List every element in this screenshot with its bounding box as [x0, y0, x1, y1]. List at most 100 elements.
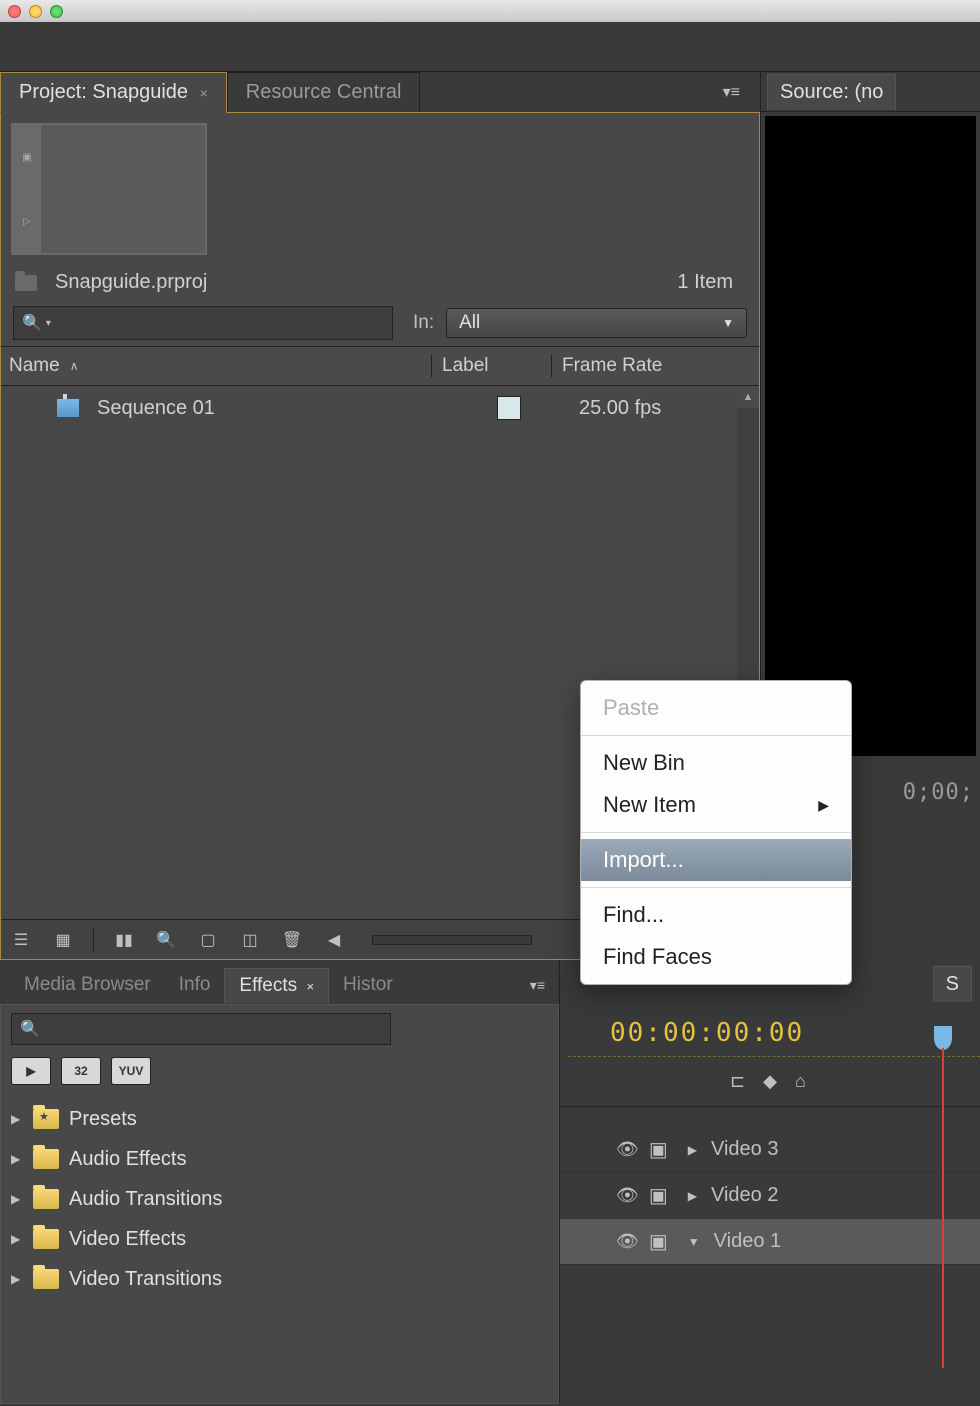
- expand-icon[interactable]: ▶: [11, 1272, 23, 1286]
- close-icon[interactable]: ×: [200, 85, 208, 101]
- timeline-panel: S 00:00:00:00 ⊏ ◆ ⌂ 👁 ▣ ▶ Video 3 👁 ▣ ▶ …: [560, 960, 980, 1404]
- track-output-icon[interactable]: ▣: [649, 1137, 668, 1162]
- list-item[interactable]: Sequence 01 25.00 fps: [1, 386, 759, 430]
- project-panel-tabs: Project: Snapguide × Resource Central ▾≡: [0, 72, 760, 112]
- new-bin-icon[interactable]: ▢: [196, 930, 220, 950]
- submenu-arrow-icon: ▶: [818, 797, 829, 814]
- menu-import[interactable]: Import...: [581, 839, 851, 881]
- menu-find-faces[interactable]: Find Faces: [581, 936, 851, 978]
- menu-new-item[interactable]: New Item ▶: [581, 784, 851, 826]
- tree-label: Video Effects: [69, 1228, 186, 1251]
- window-zoom-button[interactable]: [50, 5, 63, 18]
- tree-item-audio-effects[interactable]: ▶ Audio Effects: [11, 1139, 548, 1179]
- column-headers: Name ∧ Label Frame Rate: [1, 346, 759, 386]
- expand-icon[interactable]: ▶: [11, 1192, 23, 1206]
- play-icon[interactable]: ▷: [23, 216, 31, 227]
- project-filename: Snapguide.prproj: [55, 271, 207, 294]
- track-label: Video 3: [711, 1138, 778, 1161]
- in-filter-value: All: [459, 312, 480, 334]
- panel-menu-icon[interactable]: ▾≡: [723, 82, 740, 102]
- track-output-icon[interactable]: ▣: [649, 1183, 668, 1208]
- collapse-icon[interactable]: ▶: [688, 1189, 697, 1203]
- track-headers: 👁 ▣ ▶ Video 3 👁 ▣ ▶ Video 2 👁 ▣ ▼ Video …: [560, 1107, 980, 1265]
- tab-effects[interactable]: Effects ×: [224, 968, 329, 1003]
- snap-icon[interactable]: ⊏: [730, 1071, 745, 1092]
- marker-icon[interactable]: ◆: [763, 1071, 777, 1092]
- column-name-label: Name: [9, 355, 60, 377]
- label-color-swatch[interactable]: [497, 396, 521, 420]
- menu-new-item-label: New Item: [603, 792, 696, 818]
- effects-filter-row: ▶ 32 YUV: [11, 1057, 548, 1085]
- tree-item-audio-transitions[interactable]: ▶ Audio Transitions: [11, 1179, 548, 1219]
- new-item-icon[interactable]: ◫: [238, 930, 262, 950]
- column-label[interactable]: Label: [431, 355, 551, 377]
- icon-view-icon[interactable]: ▦: [51, 930, 75, 950]
- timeline-timecode[interactable]: 00:00:00:00: [568, 1002, 980, 1057]
- in-label: In:: [413, 312, 434, 334]
- folder-icon: [33, 1149, 59, 1169]
- sequence-icon: [57, 399, 79, 417]
- prev-icon[interactable]: ◀: [322, 930, 346, 950]
- scroll-up-icon[interactable]: ▲: [737, 386, 759, 408]
- column-name[interactable]: Name ∧: [1, 355, 431, 377]
- yuv-icon[interactable]: YUV: [111, 1057, 151, 1085]
- tab-info[interactable]: Info: [165, 968, 225, 1002]
- window-minimize-button[interactable]: [29, 5, 42, 18]
- expand-icon[interactable]: ▶: [11, 1112, 23, 1126]
- preview-thumbnail: ▣ ▷: [11, 123, 207, 255]
- tab-effects-label: Effects: [239, 975, 297, 996]
- track-video-1[interactable]: 👁 ▣ ▼ Video 1: [560, 1219, 980, 1265]
- close-icon[interactable]: ×: [306, 979, 314, 994]
- item-count: 1 Item: [677, 271, 733, 294]
- eye-icon[interactable]: 👁: [616, 1139, 639, 1160]
- thumbnail-strip: ▣ ▷: [13, 125, 41, 253]
- track-video-2[interactable]: 👁 ▣ ▶ Video 2: [560, 1173, 980, 1219]
- automate-icon[interactable]: ▮▮: [112, 930, 136, 950]
- tab-project[interactable]: Project: Snapguide ×: [0, 72, 227, 113]
- tab-media-browser[interactable]: Media Browser: [10, 968, 165, 1002]
- window-close-button[interactable]: [8, 5, 21, 18]
- tree-label: Audio Transitions: [69, 1188, 222, 1211]
- home-icon[interactable]: ⌂: [795, 1071, 806, 1092]
- collapse-icon[interactable]: ▶: [688, 1143, 697, 1157]
- tab-source[interactable]: Source: (no: [767, 74, 896, 110]
- list-view-icon[interactable]: ☰: [9, 930, 33, 950]
- tab-sequence[interactable]: S: [933, 966, 972, 1002]
- zoom-slider[interactable]: [372, 935, 532, 945]
- eye-icon[interactable]: 👁: [616, 1185, 639, 1206]
- trash-icon[interactable]: 🗑: [280, 930, 304, 950]
- menu-separator: [581, 832, 851, 833]
- find-icon[interactable]: 🔍: [154, 930, 178, 950]
- expand-icon[interactable]: ▶: [11, 1152, 23, 1166]
- accelerated-effects-icon[interactable]: ▶: [11, 1057, 51, 1085]
- expand-icon[interactable]: ▶: [11, 1232, 23, 1246]
- folder-icon: [33, 1269, 59, 1289]
- tree-item-presets[interactable]: ▶ Presets: [11, 1099, 548, 1139]
- divider: [93, 928, 94, 952]
- source-monitor[interactable]: [765, 116, 976, 756]
- effects-search-input[interactable]: 🔍: [11, 1013, 391, 1045]
- 32bit-icon[interactable]: 32: [61, 1057, 101, 1085]
- folder-icon: [15, 275, 37, 291]
- tree-item-video-transitions[interactable]: ▶ Video Transitions: [11, 1259, 548, 1299]
- tab-history[interactable]: Histor: [329, 968, 407, 1002]
- search-icon: 🔍: [22, 313, 42, 333]
- tab-resource-central[interactable]: Resource Central: [227, 72, 421, 112]
- search-input[interactable]: 🔍 ▾: [13, 306, 393, 340]
- menu-find[interactable]: Find...: [581, 894, 851, 936]
- tree-item-video-effects[interactable]: ▶ Video Effects: [11, 1219, 548, 1259]
- column-framerate[interactable]: Frame Rate: [551, 355, 759, 377]
- track-label: Video 2: [711, 1184, 778, 1207]
- in-filter-select[interactable]: All ▼: [446, 308, 747, 338]
- playhead-icon[interactable]: [934, 1026, 952, 1050]
- app-toolbar: [0, 22, 980, 72]
- menu-new-bin[interactable]: New Bin: [581, 742, 851, 784]
- sort-ascending-icon: ∧: [70, 359, 79, 373]
- panel-menu-icon[interactable]: ▾≡: [530, 977, 545, 994]
- tree-label: Video Transitions: [69, 1268, 222, 1291]
- track-output-icon[interactable]: ▣: [649, 1229, 668, 1254]
- poster-frame-icon[interactable]: ▣: [22, 152, 31, 163]
- eye-icon[interactable]: 👁: [616, 1231, 639, 1252]
- expand-icon[interactable]: ▼: [688, 1235, 700, 1249]
- track-video-3[interactable]: 👁 ▣ ▶ Video 3: [560, 1127, 980, 1173]
